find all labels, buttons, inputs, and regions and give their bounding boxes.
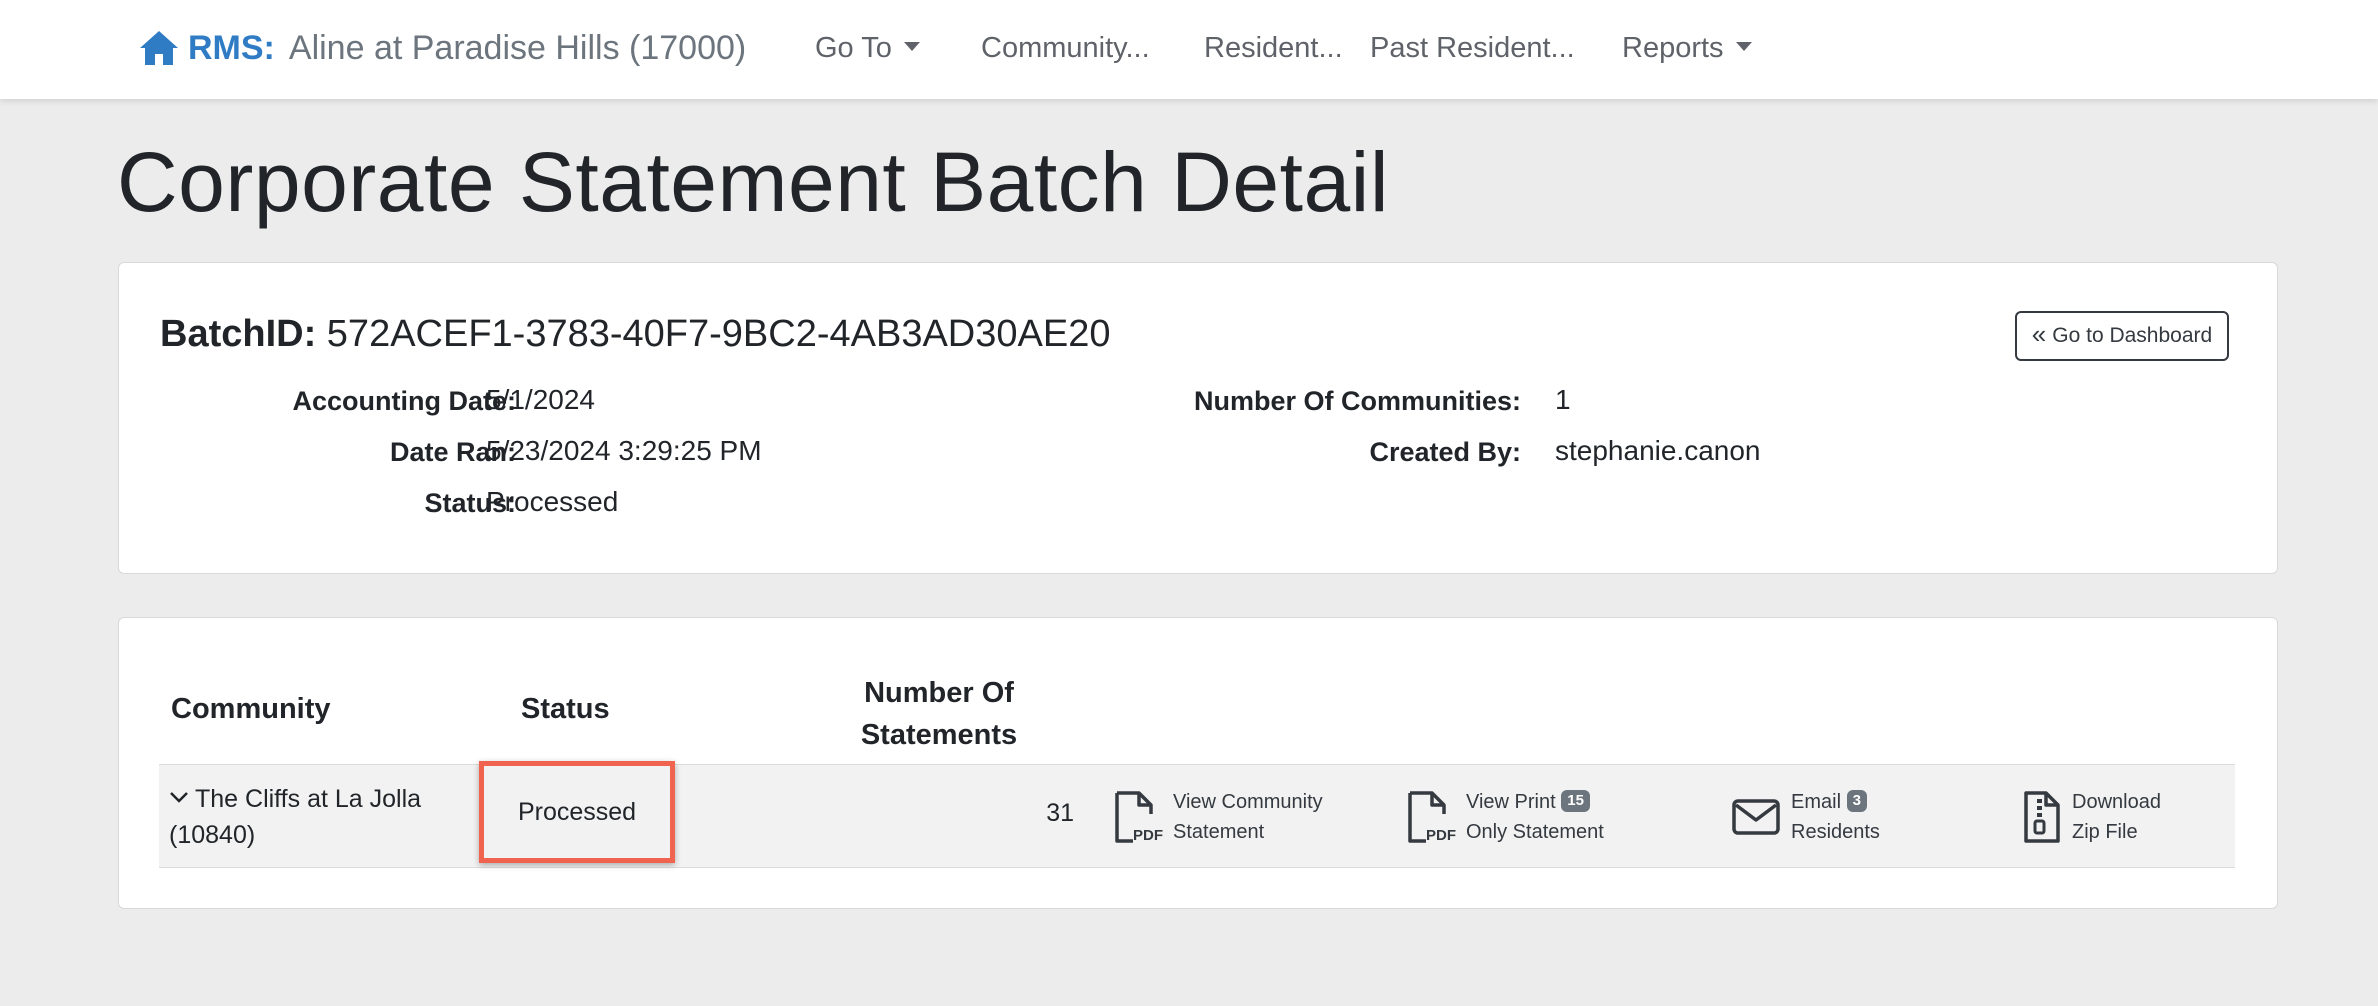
nav-past-resident[interactable]: Past Resident...	[1370, 22, 1575, 74]
print-count-badge: 15	[1561, 789, 1590, 812]
accounting-date-label: Accounting Date:	[292, 386, 516, 416]
nav-reports-dropdown[interactable]: Reports	[1622, 22, 1752, 74]
current-community-name: Aline at Paradise Hills (17000)	[288, 28, 747, 67]
nav-community[interactable]: Community...	[981, 22, 1150, 74]
table-row: The Cliffs at La Jolla (10840) Processed…	[159, 761, 2235, 868]
accounting-date-value: 5/1/2024	[486, 384, 595, 415]
double-chevron-left-icon: «	[2031, 319, 2047, 349]
batch-summary-card: BatchID: 572ACEF1-3783-40F7-9BC2-4AB3AD3…	[118, 262, 2278, 574]
view-community-statement-link[interactable]: PDF View Community Statement	[1113, 787, 1323, 847]
community-name: The Cliffs at La Jolla	[195, 785, 422, 813]
email-count-badge: 3	[1846, 789, 1867, 812]
email-line1: Email	[1791, 791, 1842, 813]
batch-id-label: BatchID:	[160, 313, 317, 355]
view-print-line2: Only Statement	[1466, 821, 1604, 843]
community-id: (10840)	[169, 821, 256, 849]
zip-file-icon	[2024, 791, 2060, 843]
nav-community-label: Community...	[981, 31, 1150, 64]
home-icon	[140, 31, 178, 65]
download-zip-file-link[interactable]: Download Zip File	[2022, 787, 2161, 847]
pdf-file-icon: PDF	[1115, 791, 1163, 844]
go-to-dashboard-button[interactable]: « Go to Dashboard	[2015, 311, 2229, 361]
batch-id-line: BatchID: 572ACEF1-3783-40F7-9BC2-4AB3AD3…	[160, 313, 1110, 356]
caret-down-icon	[903, 41, 920, 51]
number-of-communities-value: 1	[1555, 384, 1571, 415]
status-value: Processed	[486, 486, 619, 517]
envelope-icon	[1732, 799, 1780, 835]
nav-reports-label: Reports	[1622, 31, 1724, 64]
column-header-number-of-statements: Number Of Statements	[819, 672, 1059, 756]
nav-resident[interactable]: Resident...	[1204, 22, 1343, 74]
number-of-communities-label: Number Of Communities:	[1193, 386, 1521, 416]
nav-goto-dropdown[interactable]: Go To	[815, 22, 920, 74]
column-header-number-of-statements-line1: Number Of	[864, 677, 1014, 709]
nav-resident-label: Resident...	[1204, 31, 1343, 64]
caret-down-icon	[1735, 41, 1752, 51]
brand-label: RMS:	[188, 28, 275, 67]
date-ran-value: 5/23/2024 3:29:25 PM	[486, 435, 762, 466]
download-line2: Zip File	[2072, 821, 2138, 843]
svg-text:PDF: PDF	[1133, 827, 1163, 844]
column-header-status: Status	[521, 693, 610, 725]
view-community-statement-line1: View Community	[1173, 791, 1323, 813]
row-status-highlighted: Processed	[479, 761, 675, 863]
column-header-number-of-statements-line2: Statements	[860, 719, 1018, 751]
chevron-down-icon[interactable]	[169, 787, 189, 807]
column-header-community: Community	[171, 693, 331, 725]
email-line2: Residents	[1791, 821, 1880, 843]
batch-id-value: 572ACEF1-3783-40F7-9BC2-4AB3AD30AE20	[326, 313, 1111, 355]
created-by-label: Created By:	[1369, 437, 1521, 467]
page-title: Corporate Statement Batch Detail	[117, 135, 1389, 229]
view-community-statement-line2: Statement	[1173, 821, 1265, 843]
email-residents-link[interactable]: Email 3 Residents	[1731, 787, 1880, 847]
row-number-of-statements: 31	[1046, 799, 1074, 827]
community-statements-card: Community Status Number Of Statements Th…	[118, 617, 2278, 909]
download-line1: Download	[2072, 791, 2161, 813]
community-cell[interactable]: The Cliffs at La Jolla (10840)	[169, 781, 421, 853]
row-status-value: Processed	[517, 797, 637, 826]
view-print-line1: View Print	[1466, 791, 1556, 813]
pdf-file-icon: PDF	[1408, 791, 1456, 844]
go-to-dashboard-label: Go to Dashboard	[2052, 324, 2213, 347]
top-navbar: RMS: Aline at Paradise Hills (17000) Go …	[0, 0, 2378, 99]
svg-text:PDF: PDF	[1426, 827, 1456, 844]
view-print-only-statement-link[interactable]: PDF View Print 15 Only Statement	[1406, 787, 1604, 847]
brand-link[interactable]: RMS: Aline at Paradise Hills (17000)	[138, 22, 746, 74]
nav-past-resident-label: Past Resident...	[1370, 31, 1575, 64]
nav-goto-label: Go To	[815, 31, 892, 64]
created-by-value: stephanie.canon	[1555, 435, 1761, 466]
